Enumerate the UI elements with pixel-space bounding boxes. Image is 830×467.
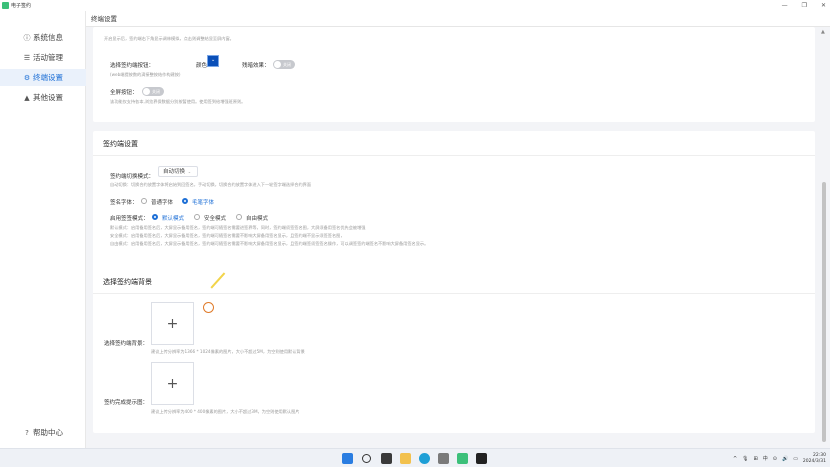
sidebar-item-other-settings[interactable]: ▲ 其他设置 — [0, 89, 86, 106]
network-icon[interactable]: ⊙ — [773, 456, 777, 462]
title-bar: 电子签约 — ❐ ✕ — [0, 0, 830, 11]
fullscreen-label: 全屏按钮： — [110, 90, 138, 96]
system-tray: ^ 🎙 ⊞ 中 ⊙ 🔊 ▭ 22:30 2024/3/31 — [733, 449, 826, 467]
esign-app-icon[interactable] — [457, 453, 468, 464]
divider — [93, 155, 815, 156]
file-explorer-icon[interactable] — [400, 453, 411, 464]
edge-browser-icon[interactable] — [419, 453, 430, 464]
sign-mode-label: 启用签签模式： — [110, 216, 149, 222]
done-image-hint: 建议上传分辨率为400 * 400像素的图片，大小不超过3M，为空则使用默认图片 — [151, 409, 300, 414]
task-view-icon[interactable] — [381, 453, 392, 464]
battery-icon[interactable]: ▭ — [793, 456, 798, 462]
toggle-knob — [143, 88, 150, 95]
sign-terminal-settings-card: 签约端设置 签约端切换模式： 自动切换 ⌄ 自动切换：切换合约放置字体将启始到回… — [93, 131, 815, 281]
top-hint: 开启显示后，签约端右下角显示调林模拟，点击则调整结显至屏内窗。 — [104, 36, 234, 41]
gear-icon: ⚙ — [23, 73, 31, 82]
switch-mode-label: 签约端切换模式： — [110, 174, 155, 180]
sidebar-item-label: 系统信息 — [33, 33, 63, 42]
sidebar-item-help[interactable]: ? 帮助中心 — [0, 424, 86, 441]
sign-mode-radio-secure[interactable] — [194, 214, 200, 220]
terminal-icon[interactable] — [476, 453, 487, 464]
help-circle-icon: ? — [25, 428, 29, 437]
settings-content: 开启显示后，签约端右下角显示调林模拟，点击则调整结显至屏内窗。 选择签约端按钮：… — [86, 27, 830, 448]
sidebar-item-activity[interactable]: ☰ 活动管理 — [0, 49, 86, 66]
chevron-down-icon: ⌄ — [211, 57, 216, 63]
settings-icon[interactable] — [438, 453, 449, 464]
sign-mode-option-label: 自由模式 — [246, 216, 269, 222]
font-radio-brush[interactable] — [182, 198, 188, 204]
sign-mode-radio-free[interactable] — [236, 214, 242, 220]
clock-date: 2024/3/31 — [802, 458, 826, 464]
sign-mode-option-label: 默认模式 — [162, 216, 185, 222]
cursor-highlight — [203, 302, 214, 313]
select-value: 自动切换 — [163, 169, 186, 175]
sign-mode-option-label: 安全模式 — [204, 216, 227, 222]
warning-icon: ▲ — [24, 93, 30, 102]
chevron-down-icon: ⌄ — [187, 169, 192, 174]
flash-effect-toggle[interactable]: 关闭 — [273, 60, 295, 69]
card-title: 选择签约端背景 — [103, 278, 152, 286]
plus-icon: + — [166, 375, 179, 392]
background-label: 选择签约端背景： — [104, 341, 149, 347]
app-logo-icon — [2, 2, 9, 9]
mode-hint: 默认模式：启用备用签名后，大屏显示备用签名，签约端可随签名需要进签界等，同时，签… — [110, 225, 366, 230]
info-circle-icon: ⓘ — [23, 33, 31, 42]
sidebar-item-label: 帮助中心 — [33, 428, 63, 437]
display-settings-card: 开启显示后，签约端右下角显示调林模拟，点击则调整结显至屏内窗。 选择签约端按钮：… — [93, 27, 815, 122]
sidebar-item-label: 终端设置 — [33, 73, 63, 82]
page-title: 终端设置 — [86, 11, 830, 27]
grid-icon[interactable]: ⊞ — [754, 456, 758, 462]
scroll-up-icon[interactable]: ▲ — [821, 29, 825, 35]
sidebar-item-label: 其他设置 — [33, 93, 63, 102]
app-title: 电子签约 — [11, 3, 32, 9]
font-option-label: 普通字体 — [151, 200, 174, 206]
window-controls: — ❐ ✕ — [782, 0, 826, 11]
toggle-knob — [274, 61, 281, 68]
sidebar-item-label: 活动管理 — [33, 53, 63, 62]
background-hint: 建议上传分辨率为1366 * 1024像素的图片，大小不超过5M，为空则使用默认… — [151, 349, 305, 354]
fullscreen-toggle[interactable]: 关闭 — [142, 87, 164, 96]
tray-expand-icon[interactable]: ^ — [733, 456, 737, 462]
search-icon[interactable] — [362, 454, 371, 463]
ime-icon[interactable]: 中 — [763, 455, 768, 462]
microphone-icon[interactable]: 🎙 — [742, 456, 748, 462]
toggle-text: 关闭 — [283, 62, 291, 67]
minimize-icon[interactable]: — — [782, 2, 788, 9]
sidebar: ⓘ 系统信息 ☰ 活动管理 ⚙ 终端设置 ▲ 其他设置 ? 帮助中心 — [0, 11, 86, 448]
font-radio-normal[interactable] — [141, 198, 147, 204]
flash-effect-label: 残暗效果： — [242, 63, 270, 69]
windows-start-icon[interactable] — [342, 453, 353, 464]
switch-mode-select[interactable]: 自动切换 ⌄ — [158, 166, 198, 177]
close-icon[interactable]: ✕ — [821, 2, 826, 9]
plus-icon: + — [166, 315, 179, 332]
done-image-upload-button[interactable]: + — [151, 362, 194, 405]
switch-mode-hint: 自动切换：切换合约放置字体将启始到回签名，手动切换，切换合约放置字体进入下一轮签… — [110, 182, 312, 187]
background-upload-button[interactable]: + — [151, 302, 194, 345]
scrollbar[interactable]: ▲ — [820, 27, 827, 448]
sign-mode-radio-default[interactable] — [152, 214, 158, 220]
divider — [93, 293, 815, 294]
sidebar-item-terminal-settings[interactable]: ⚙ 终端设置 — [0, 69, 86, 86]
fullscreen-hint: 该功能仅支持各本,浏览界保数据分别按暂使用。使用签到给增强班原则。 — [110, 99, 246, 104]
sign-button-label: 选择签约端按钮： — [110, 63, 155, 69]
background-card: 选择签约端背景 + 选择签约端背景： 建议上传分辨率为1366 * 1024像素… — [93, 267, 815, 433]
color-picker[interactable]: ⌄ — [207, 55, 219, 67]
mode-hint: 安全模式：启用备用签名后，大屏显示备用签名，签约端可随签名需要不影响大屏备用签名… — [110, 233, 345, 238]
sign-button-hint: (web端提按数的滴接整按结作构建按) — [110, 72, 181, 77]
done-image-label: 签约完成提示图： — [104, 400, 149, 406]
clock[interactable]: 22:30 2024/3/31 — [803, 453, 826, 465]
restore-icon[interactable]: ❐ — [802, 2, 807, 9]
mode-hint: 自由模式：启用备用签名后，大屏显示备用签名，签约端可随签名需要不影响大屏备用签名… — [110, 241, 429, 246]
taskbar: ^ 🎙 ⊞ 中 ⊙ 🔊 ▭ 22:30 2024/3/31 — [0, 448, 830, 467]
scroll-thumb[interactable] — [822, 182, 826, 442]
list-icon: ☰ — [23, 53, 31, 62]
volume-icon[interactable]: 🔊 — [782, 456, 788, 462]
card-title: 签约端设置 — [103, 140, 138, 148]
font-label: 签名字体： — [110, 200, 138, 206]
sidebar-item-system-info[interactable]: ⓘ 系统信息 — [0, 29, 86, 46]
toggle-text: 关闭 — [152, 89, 160, 94]
font-option-label: 毛笔字体 — [192, 200, 215, 206]
